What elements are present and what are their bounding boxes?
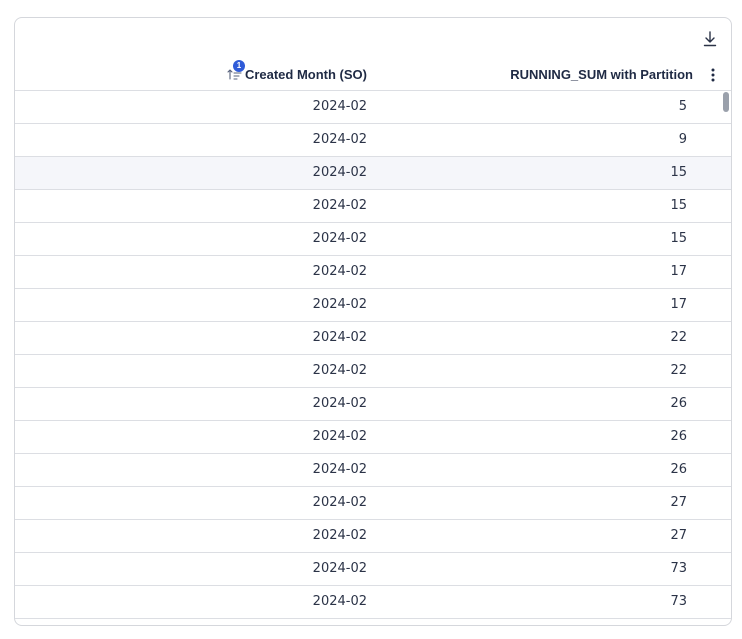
cell-created-month: 2024-02 [312,561,367,576]
column-header-running-sum[interactable]: RUNNING_SUM with Partition [367,58,693,90]
table-row[interactable]: 2024-02 26 [15,421,731,454]
sort-order-badge: 1 [232,60,245,72]
cell-created-month: 2024-02 [312,396,367,411]
column-header-label: RUNNING_SUM with Partition [510,66,693,82]
cell-running-sum: 17 [670,297,687,312]
cell-created-month: 2024-02 [312,165,367,180]
cell-created-month: 2024-02 [312,198,367,213]
vertical-scrollbar[interactable] [723,92,729,112]
cell-created-month: 2024-02 [312,594,367,609]
table-row[interactable]: 2024-02 17 [15,256,731,289]
cell-running-sum: 22 [670,363,687,378]
cell-running-sum: 15 [670,198,687,213]
cell-created-month: 2024-02 [312,297,367,312]
cell-created-month: 2024-02 [312,330,367,345]
column-header-label: Created Month (SO) [244,66,367,82]
table-row[interactable]: 2024-02 26 [15,454,731,487]
table-row[interactable]: 2024-02 27 [15,520,731,553]
column-menu-button[interactable] [705,66,721,84]
cell-created-month: 2024-02 [312,264,367,279]
table-row[interactable]: 2024-02 73 [15,586,731,619]
cell-running-sum: 15 [670,231,687,246]
table-row[interactable]: 2024-02 9 [15,124,731,157]
table-row[interactable]: 2024-02 15 [15,223,731,256]
table-row[interactable]: 2024-02 73 [15,553,731,586]
table-row[interactable]: 2024-02 15 [15,157,731,190]
cell-running-sum: 73 [670,561,687,576]
cell-created-month: 2024-02 [312,231,367,246]
cell-created-month: 2024-02 [312,363,367,378]
table-row[interactable]: 2024-02 17 [15,289,731,322]
cell-created-month: 2024-02 [312,99,367,114]
cell-running-sum: 73 [670,594,687,609]
table-row[interactable]: 2024-02 22 [15,355,731,388]
table-row[interactable]: 2024-02 27 [15,487,731,520]
cell-created-month: 2024-02 [312,462,367,477]
column-header-created-month[interactable]: 1 Created Month (SO) [15,58,367,90]
cell-running-sum: 9 [678,132,687,147]
more-vertical-icon [711,68,715,82]
download-button[interactable] [701,30,719,48]
table-row[interactable]: 2024-02 22 [15,322,731,355]
cell-running-sum: 26 [670,462,687,477]
cell-running-sum: 15 [670,165,687,180]
cell-running-sum: 22 [670,330,687,345]
table-row[interactable]: 2024-02 26 [15,388,731,421]
sort-ascending-icon[interactable]: 1 [227,60,245,82]
cell-running-sum: 27 [670,495,687,510]
cell-running-sum: 26 [670,396,687,411]
table-card: 1 Created Month (SO) RUNNING_SUM with Pa… [14,17,732,626]
table-body[interactable]: 2024-02 5 2024-02 9 2024-02 15 2024-02 15 2024-0… [15,91,731,625]
download-icon [703,31,717,47]
table-row[interactable]: 2024-02 5 [15,91,731,124]
cell-running-sum: 5 [678,99,687,114]
cell-created-month: 2024-02 [312,528,367,543]
cell-created-month: 2024-02 [312,132,367,147]
cell-running-sum: 26 [670,429,687,444]
cell-running-sum: 27 [670,528,687,543]
cell-running-sum: 17 [670,264,687,279]
cell-created-month: 2024-02 [312,429,367,444]
table-row[interactable]: 2024-02 15 [15,190,731,223]
cell-created-month: 2024-02 [312,495,367,510]
table-header: 1 Created Month (SO) RUNNING_SUM with Pa… [15,58,731,91]
